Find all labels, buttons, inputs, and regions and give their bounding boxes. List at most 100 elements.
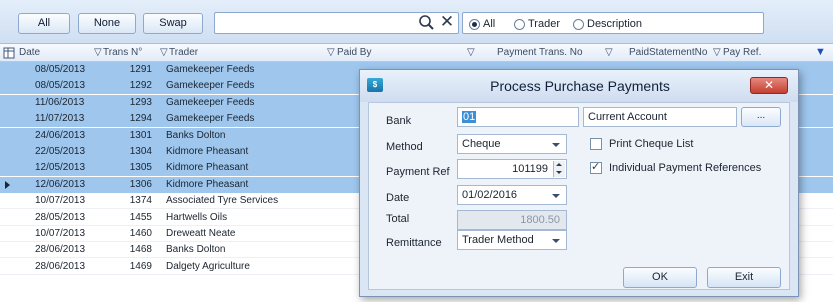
cell-trans-no: 1455 [129,212,152,223]
filter-icon[interactable]: ▽ [467,47,475,58]
chevron-down-icon [552,143,560,147]
cell-trader: Gamekeeper Feeds [166,97,255,108]
filter-icon[interactable]: ▽ [713,47,721,58]
ok-button[interactable]: OK [623,267,697,288]
radio-checked-icon [469,18,480,30]
current-row-arrow-icon [5,181,10,189]
cell-trader: Kidmore Pheasant [166,179,249,190]
column-header-paid-by[interactable]: Paid By [337,47,371,58]
cell-trans-no: 1460 [129,228,152,239]
cell-trans-no: 1374 [129,195,152,206]
cell-trader: Hartwells Oils [166,212,228,223]
bank-account-name: Current Account [583,107,737,127]
cell-date: 11/07/2013 [35,113,85,124]
cell-date: 24/06/2013 [35,130,86,141]
chevron-down-icon [552,239,560,243]
date-label: Date [386,192,410,204]
print-cheque-list-checkbox[interactable] [590,138,602,150]
cell-trader: Banks Dolton [166,244,226,255]
column-header-trans-no[interactable]: Trans N° [103,47,142,58]
select-all-button[interactable]: All [18,13,70,34]
radio-unchecked-icon [514,18,525,30]
dialog-body: Bank 01 Current Account ... Method Chequ… [368,102,790,290]
cell-date: 11/06/2013 [35,97,85,108]
cell-date: 08/05/2013 [35,80,86,91]
individual-payment-references-checkbox[interactable]: ✓ [590,161,602,174]
date-picker[interactable]: 01/02/2016 [457,185,567,205]
column-header-payment-trans-no[interactable]: Payment Trans. No [497,47,583,58]
cell-trans-no: 1292 [129,80,152,91]
cell-trader: Banks Dolton [166,130,226,141]
cell-trans-no: 1306 [129,179,152,190]
cell-trader: Kidmore Pheasant [166,162,249,173]
swap-selection-button[interactable]: Swap [143,13,203,34]
filter-icon[interactable]: ▽ [94,47,102,58]
remittance-dropdown[interactable]: Trader Method [457,230,567,250]
cell-date: 08/05/2013 [35,64,86,75]
exit-button[interactable]: Exit [707,267,781,288]
active-filter-icon[interactable]: ▼ [815,46,826,58]
cell-trader: Dalgety Agriculture [166,261,250,272]
cell-date: 28/06/2013 [35,244,86,255]
method-label: Method [386,141,423,153]
search-scope-group: All Trader Description [462,12,764,34]
filter-icon[interactable]: ▽ [605,47,613,58]
total-label: Total [386,213,410,225]
filter-toolbar: All None Swap ✕ All Trader Description [0,0,833,44]
close-button[interactable]: ✕ [750,77,788,94]
scope-all-radio[interactable]: All [469,16,495,32]
chevron-down-icon [552,194,560,198]
cell-date: 22/05/2013 [35,146,86,157]
payment-ref-label: Payment Ref [386,166,450,178]
scope-trader-radio[interactable]: Trader [514,16,560,32]
cell-trader: Gamekeeper Feeds [166,64,255,75]
dialog-title: Process Purchase Payments [490,78,670,94]
column-header-date[interactable]: Date [19,47,40,58]
cell-trans-no: 1305 [129,162,152,173]
cell-trans-no: 1291 [129,64,152,75]
cell-trader: Gamekeeper Feeds [166,80,255,91]
cell-trans-no: 1304 [129,146,152,157]
payment-ref-stepper[interactable]: 101199 [457,159,567,179]
bank-browse-button[interactable]: ... [741,107,781,127]
print-cheque-list-label: Print Cheque List [609,138,694,150]
bank-code-field[interactable]: 01 [457,107,579,127]
bank-label: Bank [386,115,412,127]
filter-icon[interactable]: ▽ [327,47,335,58]
grid-header: Date ▽ Trans N° ▽ Trader ▽ Paid By ▽ Pay… [0,44,833,62]
remittance-label: Remittance [386,237,442,249]
cell-trans-no: 1469 [129,261,152,272]
search-icon[interactable] [417,14,437,32]
cell-date: 28/05/2013 [35,212,86,223]
cell-date: 12/05/2013 [35,162,86,173]
cell-trader: Kidmore Pheasant [166,146,249,157]
cell-trader: Associated Tyre Services [166,195,279,206]
cell-trans-no: 1293 [129,97,152,108]
cell-trader: Dreweatt Neate [166,228,236,239]
method-dropdown[interactable]: Cheque [457,134,567,154]
select-none-button[interactable]: None [78,13,136,34]
individual-payment-references-label: Individual Payment References [609,162,762,174]
cell-trans-no: 1301 [129,130,152,141]
app-icon: $ [367,78,383,92]
radio-unchecked-icon [573,18,584,30]
cell-date: 28/06/2013 [35,261,86,272]
checkmark-icon: ✓ [591,161,601,173]
cell-date: 10/07/2013 [35,228,86,239]
dialog-titlebar: $ Process Purchase Payments ✕ [360,70,798,102]
cell-date: 12/06/2013 [35,179,86,190]
column-header-trader[interactable]: Trader [169,47,198,58]
cell-trans-no: 1468 [129,244,152,255]
process-purchase-payments-dialog: $ Process Purchase Payments ✕ Bank 01 Cu… [359,69,799,297]
column-header-pay-ref[interactable]: Pay Ref. [723,47,761,58]
scope-description-radio[interactable]: Description [573,16,642,32]
cell-date: 10/07/2013 [35,195,86,206]
column-chooser-icon[interactable] [3,47,15,59]
total-field: 1800.50 [457,210,567,230]
column-header-paid-statement-no[interactable]: PaidStatementNo [629,47,707,58]
clear-search-icon[interactable]: ✕ [439,13,455,31]
filter-icon[interactable]: ▽ [160,47,168,58]
cell-trader: Gamekeeper Feeds [166,113,255,124]
cell-trans-no: 1294 [129,113,152,124]
spinner-icon[interactable] [553,161,565,177]
